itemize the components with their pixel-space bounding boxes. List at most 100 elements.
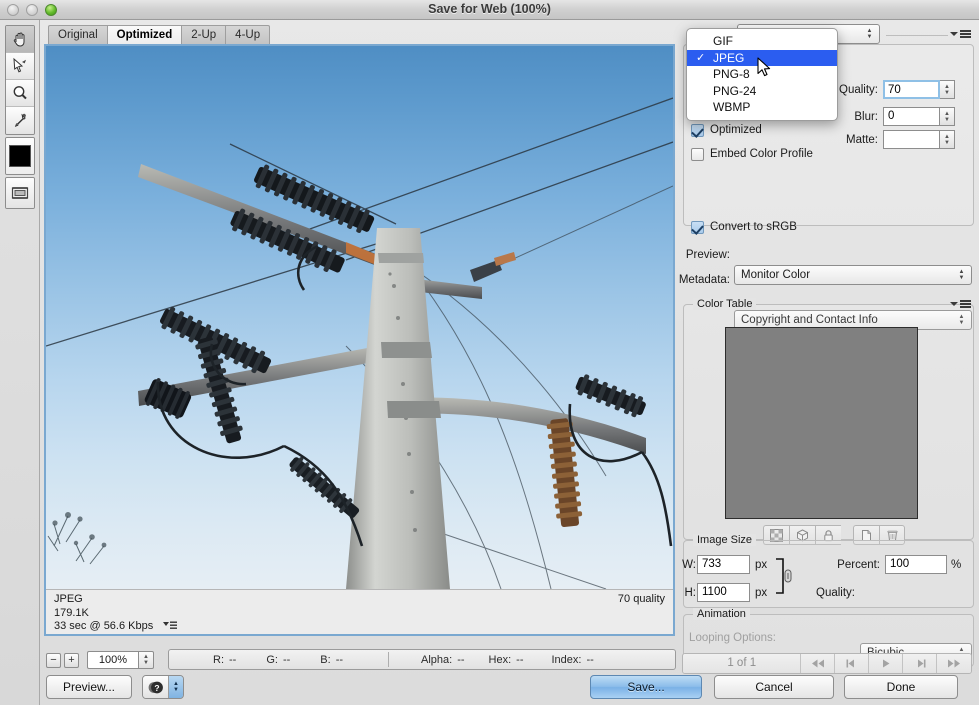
percent-unit: % [951,559,961,571]
readout-g-value: -- [283,654,290,666]
check-icon-jpeg: ✓ [696,50,705,66]
menu-item-jpeg[interactable]: ✓ JPEG [687,50,837,67]
readout-index-label: Index: [552,654,582,666]
menu-item-gif[interactable]: GIF [687,33,837,50]
readout-b-label: B: [320,654,330,666]
optimized-label: Optimized [710,124,762,136]
resample-quality-label: Quality: [783,587,855,599]
hand-tool[interactable] [6,26,34,53]
preview-select[interactable]: Monitor Color ▲▼ [734,265,972,285]
preview-label: Preview: [680,249,730,261]
convert-to-srgb-label: Convert to sRGB [710,221,797,233]
toggle-slices-visibility-icon[interactable] [6,178,34,208]
percent-field[interactable]: 100 [885,555,947,574]
next-frame-button[interactable] [903,654,937,673]
zoom-tool[interactable] [6,80,34,107]
zoom-out-button[interactable]: − [46,653,61,668]
tool-strip [0,20,40,705]
zoom-level-field[interactable]: 100% [87,651,139,669]
title-bar: Save for Web (100%) [0,0,979,20]
readout-index-value: -- [586,654,593,666]
info-filesize: 179.1K [54,607,665,621]
color-readout-bar: R: -- G: -- B: -- Alpha: -- Hex: -- Inde… [168,649,676,670]
foreground-color-group [5,137,35,175]
tool-group-primary [5,25,35,135]
quality-stepper[interactable]: ▲▼ [940,80,955,99]
previous-frame-button[interactable] [835,654,869,673]
play-button[interactable] [869,654,903,673]
info-flyout-menu-icon[interactable] [163,621,177,635]
first-frame-button[interactable] [801,654,835,673]
width-label: W: [676,559,696,571]
quality-field[interactable]: 70 [883,80,940,99]
optimized-checkbox[interactable] [691,124,704,137]
height-field[interactable]: 1100 [697,583,750,602]
menu-item-png24[interactable]: PNG-24 [687,83,837,100]
animation-frame-nav: 1 of 1 [682,653,972,674]
settings-flyout-menu-icon[interactable] [950,30,971,38]
readout-r-label: R: [213,654,224,666]
preview-button[interactable]: Preview... [46,675,132,699]
looping-options-label: Looping Options: [676,632,776,644]
format-dropdown-menu[interactable]: GIF ✓ JPEG PNG-8 PNG-24 WBMP [686,28,838,121]
menu-item-wbmp[interactable]: WBMP [687,99,837,116]
preview-image [46,46,673,589]
optimized-preview-canvas[interactable]: JPEG 179.1K 33 sec @ 56.6 Kbps 70 qualit… [44,44,675,636]
height-unit: px [755,587,767,599]
slice-select-tool[interactable] [6,53,34,80]
readout-r-value: -- [229,654,236,666]
convert-to-srgb-checkbox[interactable] [691,221,704,234]
color-table-flyout-menu-icon[interactable] [950,300,971,308]
chevron-updown-icon: ▲▼ [863,25,876,43]
matte-stepper[interactable]: ▲▼ [940,130,955,149]
window-title: Save for Web (100%) [0,0,979,20]
menu-item-png8[interactable]: PNG-8 [687,66,837,83]
blur-stepper[interactable]: ▲▼ [940,107,955,126]
help-icon: ? [143,676,169,698]
save-for-web-dialog: Save for Web (100%) [0,0,979,705]
embed-color-profile-label: Embed Color Profile [710,148,813,160]
zoom-in-button[interactable]: + [64,653,79,668]
color-table-swatches[interactable] [725,327,918,519]
width-field[interactable]: 733 [697,555,750,574]
animation-title: Animation [693,608,750,620]
eyedropper-tool[interactable] [6,107,34,134]
frame-counter: 1 of 1 [683,654,801,673]
readout-alpha-label: Alpha: [421,654,452,666]
readout-hex-label: Hex: [489,654,512,666]
blur-field[interactable]: 0 [883,107,940,126]
help-button[interactable]: ? ▲▼ [142,675,184,699]
width-unit: px [755,559,767,571]
image-size-title: Image Size [693,534,756,546]
eyedropper-color-swatch[interactable] [6,138,34,174]
readout-divider [388,652,389,667]
done-button[interactable]: Done [844,675,958,699]
optimization-info-strip: JPEG 179.1K 33 sec @ 56.6 Kbps 70 qualit… [46,589,673,634]
chain-link-icon [785,570,791,582]
readout-hex-value: -- [516,654,523,666]
percent-label: Percent: [808,559,880,571]
tab-2up[interactable]: 2-Up [181,25,225,44]
zoom-stepper[interactable]: ▲▼ [139,651,154,669]
zoom-controls: − + 100% ▲▼ [46,650,154,670]
save-button[interactable]: Save... [590,675,702,699]
slice-visibility-group [5,177,35,209]
matte-label: Matte: [818,134,878,146]
view-mode-tabs: Original Optimized 2-Up 4-Up [48,25,270,44]
color-table-title: Color Table [693,298,756,310]
cancel-button[interactable]: Cancel [714,675,834,699]
embed-color-profile-checkbox[interactable] [691,148,704,161]
help-stepper[interactable]: ▲▼ [169,676,183,698]
tab-4up[interactable]: 4-Up [225,25,270,44]
matte-field[interactable] [883,130,940,149]
info-download-time: 33 sec @ 56.6 Kbps [54,620,153,632]
tab-optimized[interactable]: Optimized [107,25,182,44]
readout-alpha-value: -- [457,654,464,666]
last-frame-button[interactable] [937,654,971,673]
height-label: H: [676,587,696,599]
readout-b-value: -- [336,654,343,666]
chevron-updown-icon: ▲▼ [955,266,968,284]
svg-text:?: ? [154,683,159,693]
readout-g-label: G: [266,654,278,666]
tab-original[interactable]: Original [48,25,107,44]
